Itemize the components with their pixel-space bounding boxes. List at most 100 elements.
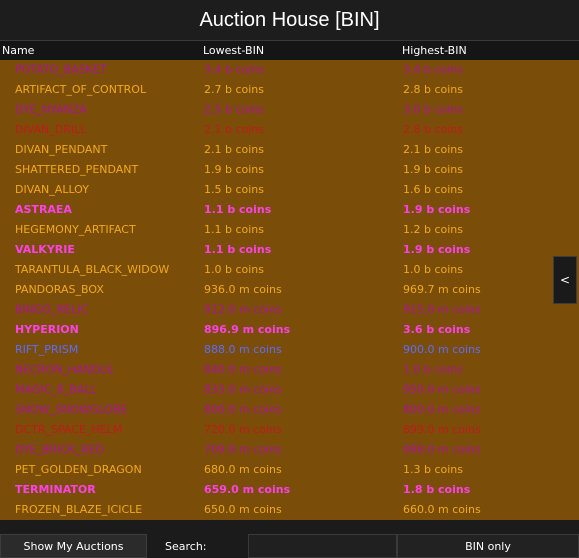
row-item-name: RIFT_PRISM [15, 343, 79, 356]
row-highest-bin: 1.0 b coins [403, 363, 464, 376]
row-highest-bin: 1.0 b coins [403, 263, 464, 276]
row-highest-bin: 3.0 b coins [403, 103, 464, 116]
auction-row[interactable]: HEGEMONY_ARTIFACT 1.1 b coins 1.2 b coins [0, 220, 579, 240]
row-item-name: DYE_BRICK_RED [15, 443, 104, 456]
auction-row[interactable]: HYPERION 896.9 m coins 3.6 b coins [0, 320, 579, 340]
auction-row[interactable]: MAGIC_8_BALL 833.0 m coins 950.0 m coins [0, 380, 579, 400]
row-lowest-bin: 659.0 m coins [204, 483, 291, 496]
row-item-name: MAGIC_8_BALL [15, 383, 97, 396]
row-item-name: DCTR_SPACE_HELM [15, 423, 123, 436]
row-item-name: SHATTERED_PENDANT [15, 163, 139, 176]
row-highest-bin: 1.9 b coins [403, 163, 464, 176]
row-highest-bin: 899.0 m coins [403, 423, 481, 436]
column-header-name[interactable]: Name [2, 44, 34, 57]
auction-row[interactable]: ARTIFACT_OF_CONTROL 2.7 b coins 2.8 b coin… [0, 80, 579, 100]
row-highest-bin: 1.8 b coins [403, 483, 471, 496]
row-item-name: SNOW_SNOWGLOBE [15, 403, 128, 416]
row-highest-bin: 950.0 m coins [403, 383, 481, 396]
column-header-lowest-bin[interactable]: Lowest-BIN [203, 44, 264, 57]
column-header-highest-bin[interactable]: Highest-BIN [402, 44, 467, 57]
row-lowest-bin: 1.1 b coins [204, 243, 272, 256]
auction-row[interactable]: TARANTULA_BLACK_WIDOW 1.0 b coins 1.0 b co… [0, 260, 579, 280]
row-highest-bin: 660.0 m coins [403, 503, 481, 516]
row-lowest-bin: 1.5 b coins [204, 183, 265, 196]
window-title: Auction House [BIN] [0, 0, 579, 40]
row-highest-bin: 2.1 b coins [403, 143, 464, 156]
row-lowest-bin: 896.9 m coins [204, 323, 291, 336]
auction-row[interactable]: TERMINATOR 659.0 m coins 1.8 b coins [0, 480, 579, 500]
auction-row[interactable]: DIVAN_PENDANT 2.1 b coins 2.1 b coins [0, 140, 579, 160]
auction-row[interactable]: ASTRAEA 1.1 b coins 1.9 b coins [0, 200, 579, 220]
row-item-name: TARANTULA_BLACK_WIDOW [15, 263, 170, 276]
row-highest-bin: 1.6 b coins [403, 183, 464, 196]
row-item-name: BINGO_RELIC [15, 303, 89, 316]
auction-row[interactable]: PANDORAS_BOX 936.0 m coins 969.7 m coins [0, 280, 579, 300]
row-lowest-bin: 2.1 b coins [204, 123, 265, 136]
auction-row[interactable]: RIFT_PRISM 888.0 m coins 900.0 m coins [0, 340, 579, 360]
auction-row[interactable]: NECRON_HANDLE 840.0 m coins 1.0 b coins [0, 360, 579, 380]
auction-row[interactable]: SHATTERED_PENDANT 1.9 b coins 1.9 b coins [0, 160, 579, 180]
auction-row[interactable]: POTATO_BASKET 3.4 b coins 3.4 b coins [0, 60, 579, 80]
search-label: Search: [165, 540, 207, 553]
row-item-name: NECRON_HANDLE [15, 363, 114, 376]
row-lowest-bin: 1.9 b coins [204, 163, 265, 176]
auction-row[interactable]: DYE_BRICK_RED 709.9 m coins 998.0 m coins [0, 440, 579, 460]
auction-row[interactable]: BINGO_RELIC 912.0 m coins 915.0 m coins [0, 300, 579, 320]
row-highest-bin: 1.2 b coins [403, 223, 464, 236]
row-item-name: DIVAN_PENDANT [15, 143, 108, 156]
row-highest-bin: 2.8 b coins [403, 123, 464, 136]
auction-row[interactable]: VALKYRIE 1.1 b coins 1.9 b coins [0, 240, 579, 260]
row-item-name: PET_GOLDEN_DRAGON [15, 463, 142, 476]
auction-row[interactable]: FROZEN_BLAZE_ICICLE 650.0 m coins 660.0 m … [0, 500, 579, 520]
row-lowest-bin: 680.0 m coins [204, 463, 282, 476]
show-my-auctions-button[interactable]: Show My Auctions [0, 534, 147, 558]
row-item-name: ASTRAEA [15, 203, 72, 216]
row-lowest-bin: 720.0 m coins [204, 423, 282, 436]
row-item-name: PANDORAS_BOX [15, 283, 104, 296]
auction-row[interactable]: SNOW_SNOWGLOBE 800.0 m coins 800.0 m coins [0, 400, 579, 420]
row-item-name: ARTIFACT_OF_CONTROL [15, 83, 147, 96]
row-lowest-bin: 2.7 b coins [204, 83, 265, 96]
auction-row[interactable]: PET_GOLDEN_DRAGON 680.0 m coins 1.3 b coin… [0, 460, 579, 480]
row-highest-bin: 1.9 b coins [403, 203, 471, 216]
row-highest-bin: 998.0 m coins [403, 443, 481, 456]
row-highest-bin: 3.4 b coins [403, 63, 464, 76]
row-item-name: HYPERION [15, 323, 79, 336]
row-highest-bin: 3.6 b coins [403, 323, 471, 336]
row-highest-bin: 1.9 b coins [403, 243, 471, 256]
row-lowest-bin: 2.5 b coins [204, 103, 265, 116]
collapse-panel-button[interactable]: < [553, 256, 577, 304]
row-lowest-bin: 800.0 m coins [204, 403, 282, 416]
auction-row[interactable]: DYE_NYANZA 2.5 b coins 3.0 b coins [0, 100, 579, 120]
row-highest-bin: 2.8 b coins [403, 83, 464, 96]
auction-row[interactable]: DCTR_SPACE_HELM 720.0 m coins 899.0 m coin… [0, 420, 579, 440]
row-lowest-bin: 912.0 m coins [204, 303, 282, 316]
row-lowest-bin: 3.4 b coins [204, 63, 265, 76]
row-item-name: POTATO_BASKET [15, 63, 107, 76]
row-highest-bin: 800.0 m coins [403, 403, 481, 416]
row-item-name: TERMINATOR [15, 483, 96, 496]
search-input[interactable] [248, 534, 397, 558]
row-lowest-bin: 1.1 b coins [204, 223, 265, 236]
row-highest-bin: 900.0 m coins [403, 343, 481, 356]
row-item-name: DIVAN_ALLOY [15, 183, 89, 196]
row-lowest-bin: 840.0 m coins [204, 363, 282, 376]
row-highest-bin: 915.0 m coins [403, 303, 481, 316]
row-lowest-bin: 650.0 m coins [204, 503, 282, 516]
auction-list[interactable]: POTATO_BASKET 3.4 b coins 3.4 b coins ARTIF… [0, 60, 579, 520]
bottom-toolbar: Show My Auctions Search: BIN only [0, 534, 579, 558]
row-lowest-bin: 709.9 m coins [204, 443, 282, 456]
row-item-name: FROZEN_BLAZE_ICICLE [15, 503, 143, 516]
row-lowest-bin: 936.0 m coins [204, 283, 282, 296]
bin-only-toggle[interactable]: BIN only [397, 534, 579, 558]
auction-row[interactable]: DIVAN_ALLOY 1.5 b coins 1.6 b coins [0, 180, 579, 200]
row-lowest-bin: 833.0 m coins [204, 383, 282, 396]
row-item-name: HEGEMONY_ARTIFACT [15, 223, 136, 236]
row-item-name: DYE_NYANZA [15, 103, 87, 116]
row-highest-bin: 969.7 m coins [403, 283, 481, 296]
row-item-name: VALKYRIE [15, 243, 75, 256]
row-lowest-bin: 2.1 b coins [204, 143, 265, 156]
row-lowest-bin: 888.0 m coins [204, 343, 282, 356]
auction-row[interactable]: DIVAN_DRILL 2.1 b coins 2.8 b coins [0, 120, 579, 140]
column-header: Name Lowest-BIN Highest-BIN [0, 40, 579, 60]
